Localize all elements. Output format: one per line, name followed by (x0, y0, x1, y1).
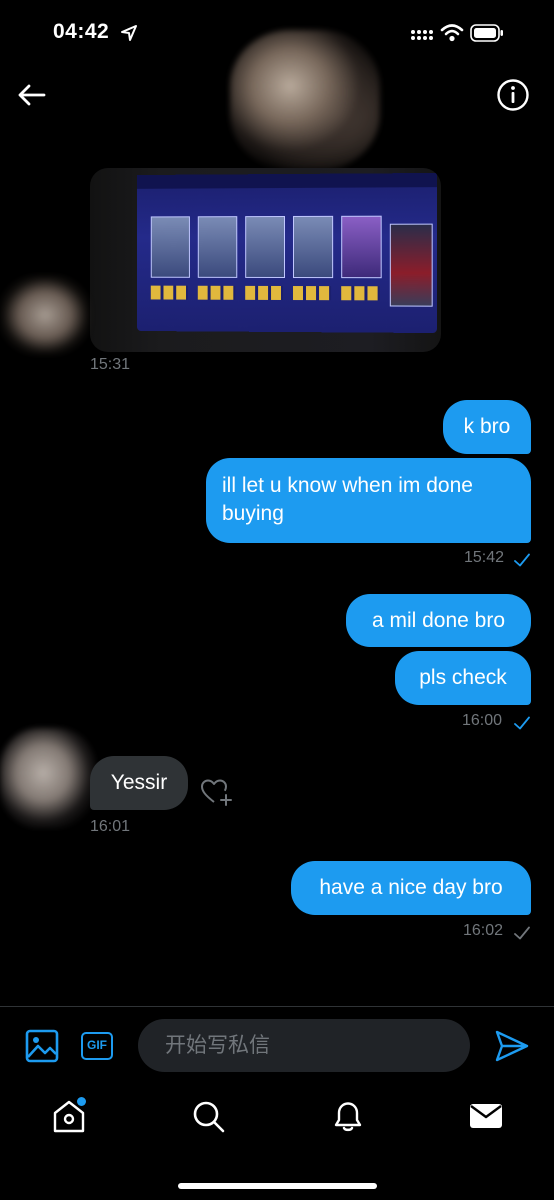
sent-check-icon (514, 716, 530, 730)
status-time: 04:42 (53, 20, 110, 43)
message-text: k bro (463, 415, 511, 438)
message-timestamp: 16:02 (463, 922, 504, 939)
message-text: pls check (419, 666, 507, 689)
search-icon[interactable] (190, 1098, 226, 1134)
message-text-line: ill let u know when im done (222, 474, 473, 497)
image-message[interactable] (90, 168, 441, 352)
sender-avatar[interactable] (0, 275, 90, 355)
message-timestamp: 16:00 (462, 712, 503, 729)
signal-icon (411, 30, 433, 40)
message-timestamp: 15:31 (90, 356, 131, 373)
heart-add-icon[interactable] (199, 776, 235, 808)
sender-avatar[interactable] (0, 728, 96, 828)
sent-check-icon (514, 926, 530, 940)
message-bubble-incoming[interactable]: Yessir (90, 756, 188, 810)
message-timestamp: 15:42 (464, 549, 505, 566)
message-text: a mil done bro (371, 609, 506, 632)
message-text-line: buying (222, 502, 284, 525)
notification-dot (77, 1097, 86, 1106)
wifi-icon (440, 24, 464, 42)
message-bubble-outgoing[interactable]: have a nice day bro (291, 861, 531, 915)
home-indicator (178, 1183, 377, 1189)
image-icon[interactable] (25, 1029, 59, 1063)
message-bubble-outgoing[interactable]: a mil done bro (346, 594, 531, 647)
message-bubble-outgoing[interactable]: pls check (395, 651, 531, 705)
sent-check-icon (514, 553, 530, 567)
message-bubble-outgoing[interactable]: ill let u know when im done buying (206, 458, 531, 543)
send-icon[interactable] (494, 1029, 530, 1063)
info-icon[interactable] (495, 77, 531, 113)
location-arrow-icon (121, 25, 137, 41)
message-timestamp: 16:01 (90, 818, 131, 835)
mail-icon[interactable] (468, 1098, 504, 1134)
message-bubble-outgoing[interactable]: k bro (443, 400, 531, 454)
conversation-avatar[interactable] (230, 30, 380, 170)
gif-button[interactable]: GIF (81, 1032, 113, 1060)
bell-icon[interactable] (330, 1098, 366, 1134)
battery-icon (470, 24, 503, 42)
message-text: Yessir (110, 771, 168, 794)
back-arrow-icon[interactable] (14, 78, 48, 112)
shared-photo (137, 172, 437, 334)
message-input[interactable]: 开始写私信 (138, 1019, 470, 1072)
message-text: have a nice day bro (319, 876, 503, 899)
composer-divider (0, 1006, 554, 1007)
